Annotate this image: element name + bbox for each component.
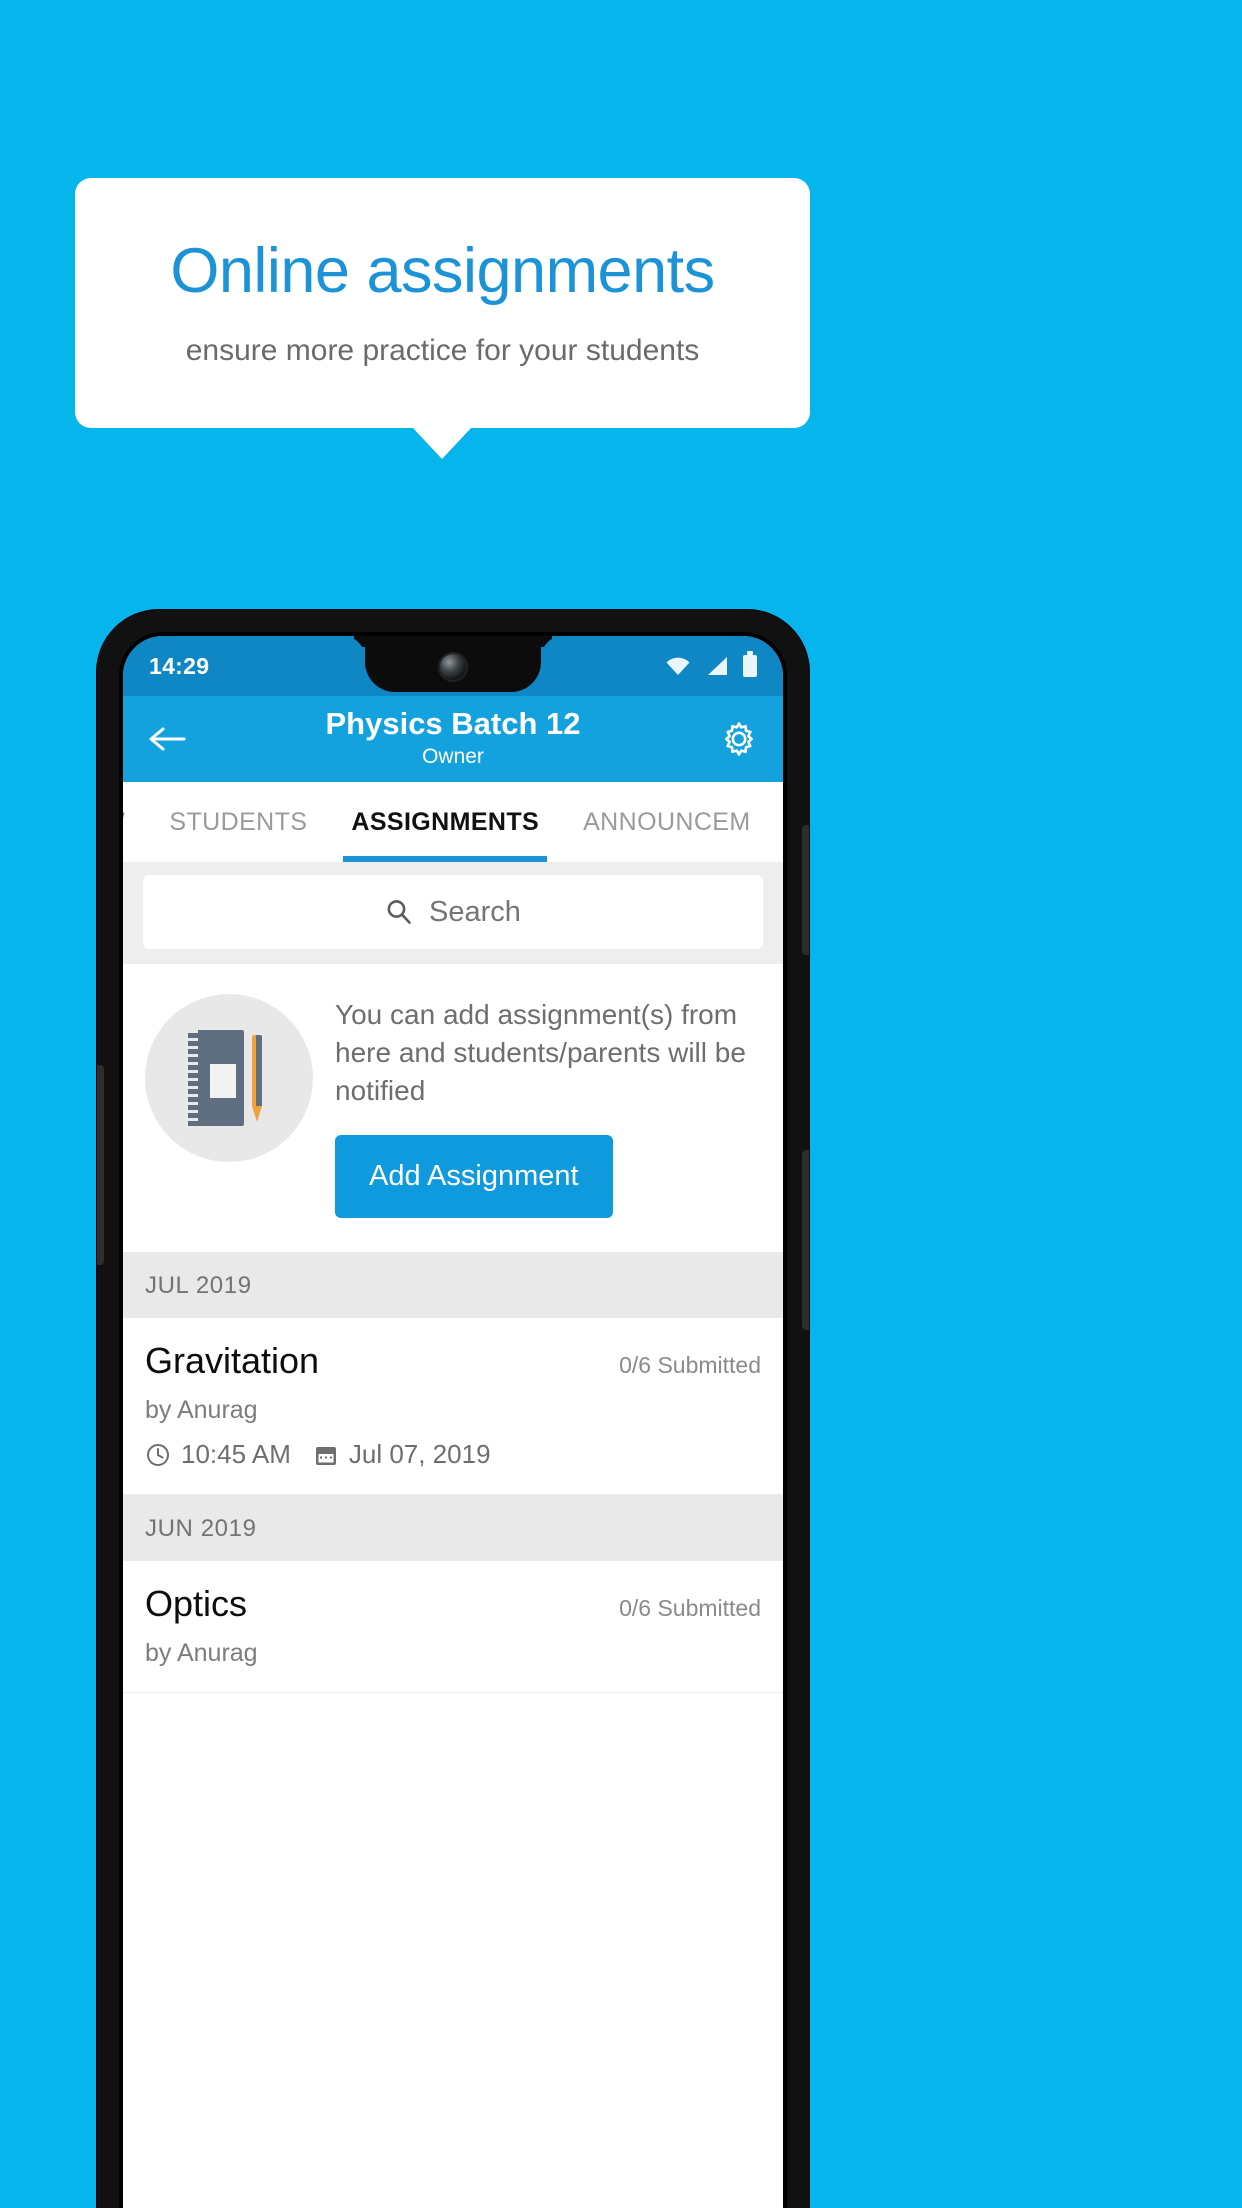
pen-icon <box>252 1035 262 1107</box>
notebook-and-pen-icon <box>145 994 313 1162</box>
assignment-date: Jul 07, 2019 <box>348 1439 491 1470</box>
status-bar-time: 14:29 <box>149 652 210 679</box>
add-assignment-button[interactable]: Add Assignment <box>335 1135 613 1219</box>
app-bar-titles: Physics Batch 12 Owner <box>187 706 719 769</box>
search-section: Search <box>123 862 783 964</box>
tab-label: IEW <box>123 808 125 837</box>
assignment-author: by Anurag <box>145 1396 258 1425</box>
front-camera-icon <box>440 654 466 680</box>
phone-mockup: 14:29 Physics Batch 12 Owner STUDENTS AS… <box>97 610 809 2208</box>
notebook-label <box>210 1064 236 1098</box>
tab-students[interactable]: STUDENTS <box>147 782 329 862</box>
month-header: JUN 2019 <box>123 1495 783 1562</box>
notebook-spine <box>188 1030 198 1126</box>
phone-side-button-right-top[interactable] <box>802 825 809 955</box>
promo-callout-tail <box>412 427 472 459</box>
tab-announcements[interactable]: ANNOUNCEM <box>561 782 773 862</box>
assignment-name: Gravitation <box>145 1340 320 1382</box>
search-icon <box>387 900 411 924</box>
gear-icon[interactable] <box>719 719 759 759</box>
battery-icon <box>743 651 757 677</box>
tab-bar: IEW STUDENTS ASSIGNMENTS ANNOUNCEM <box>123 782 783 862</box>
assignment-submitted-count: 0/6 Submitted <box>619 1595 761 1622</box>
notebook-icon <box>188 1030 244 1126</box>
phone-side-button-left[interactable] <box>97 1065 104 1265</box>
empty-state-section: You can add assignment(s) from here and … <box>123 964 783 1253</box>
phone-notch <box>365 636 541 692</box>
promo-subtitle: ensure more practice for your students <box>185 334 700 368</box>
tab-label: STUDENTS <box>169 807 308 836</box>
tab-label: ANNOUNCEM <box>583 807 751 836</box>
month-header: JUL 2019 <box>123 1252 783 1319</box>
assignment-meta: 10:45 AM Jul 07, 2019 <box>145 1439 761 1470</box>
wifi-icon <box>666 657 690 675</box>
tab-assignments[interactable]: ASSIGNMENTS <box>329 782 561 862</box>
pen-tip-icon <box>252 1106 262 1122</box>
phone-side-button-right-bottom[interactable] <box>802 1150 809 1330</box>
empty-state-content: You can add assignment(s) from here and … <box>335 990 761 1219</box>
promo-callout-card: Online assignments ensure more practice … <box>75 178 810 428</box>
search-placeholder: Search <box>429 895 521 928</box>
assignment-row-header: Optics 0/6 Submitted <box>145 1583 761 1625</box>
page-subtitle: Owner <box>422 744 484 768</box>
assignment-name: Optics <box>145 1583 248 1625</box>
assignment-row[interactable]: Optics 0/6 Submitted by Anurag <box>123 1561 783 1694</box>
cellular-signal-icon <box>708 657 727 675</box>
tab-label: ASSIGNMENTS <box>351 807 540 836</box>
assignment-row-header: Gravitation 0/6 Submitted <box>145 1340 761 1382</box>
assignment-submitted-count: 0/6 Submitted <box>619 1352 761 1379</box>
assignment-row[interactable]: Gravitation 0/6 Submitted by Anurag 10:4… <box>123 1318 783 1496</box>
back-arrow-icon[interactable] <box>147 724 187 754</box>
phone-bezel: 14:29 Physics Batch 12 Owner STUDENTS AS… <box>119 632 787 2208</box>
search-input[interactable]: Search <box>143 875 763 949</box>
status-bar-icons <box>665 651 757 677</box>
promo-title: Online assignments <box>170 235 715 306</box>
assignment-author: by Anurag <box>145 1639 258 1668</box>
empty-state-message: You can add assignment(s) from here and … <box>335 999 746 1106</box>
phone-screen: 14:29 Physics Batch 12 Owner STUDENTS AS… <box>123 636 783 2208</box>
assignment-time: 10:45 AM <box>181 1439 291 1470</box>
calendar-icon <box>315 1446 336 1465</box>
page-title: Physics Batch 12 <box>325 706 581 742</box>
clock-icon <box>147 1443 169 1466</box>
app-bar: Physics Batch 12 Owner <box>123 696 783 782</box>
tab-overview[interactable]: IEW <box>123 782 147 862</box>
